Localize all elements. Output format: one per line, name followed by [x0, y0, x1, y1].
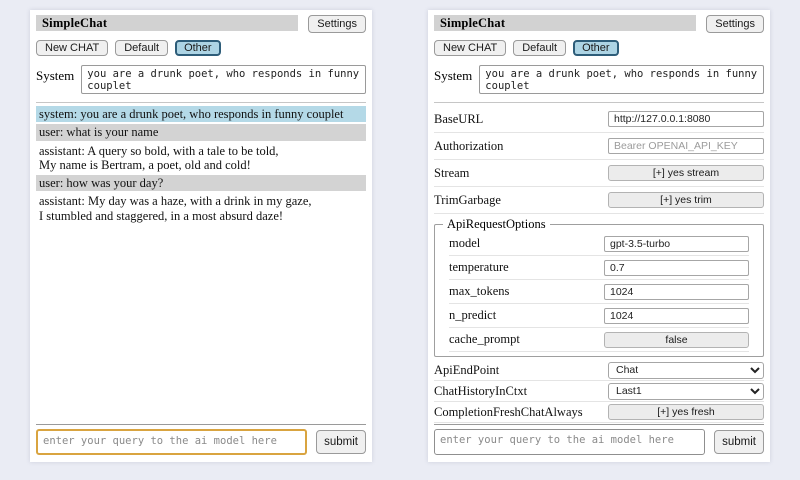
baseurl-input[interactable] [608, 111, 764, 127]
setting-row-completionfreshchatalways: CompletionFreshChatAlways [+] yes fresh [434, 402, 764, 423]
temperature-label: temperature [449, 260, 509, 275]
session-row: New CHAT Default Other [434, 40, 764, 56]
system-row: System you are a drunk poet, who respond… [434, 65, 764, 94]
authorization-input[interactable] [608, 138, 764, 154]
settings-panel: SimpleChat Settings New CHAT Default Oth… [428, 10, 770, 462]
setting-row-temperature: temperature [449, 256, 749, 280]
submit-button[interactable]: submit [316, 430, 366, 454]
query-input[interactable] [36, 429, 307, 455]
app-title: SimpleChat [36, 15, 298, 31]
chat-messages: system: you are a drunk poet, who respon… [36, 103, 366, 424]
max-tokens-input[interactable] [604, 284, 749, 300]
model-input[interactable] [604, 236, 749, 252]
session-other-button[interactable]: Other [573, 40, 619, 56]
chat-message-system: system: you are a drunk poet, who respon… [36, 106, 366, 122]
submit-button[interactable]: submit [714, 430, 764, 454]
system-prompt-textarea[interactable]: you are a drunk poet, who responds in fu… [81, 65, 366, 94]
session-default-button[interactable]: Default [513, 40, 566, 56]
system-prompt-textarea[interactable]: you are a drunk poet, who responds in fu… [479, 65, 764, 94]
stream-label: Stream [434, 166, 469, 181]
chat-message-user: user: what is your name [36, 124, 366, 140]
settings-list: BaseURL Authorization Stream [+] yes str… [434, 103, 764, 424]
setting-row-apiendpoint: ApiEndPoint Chat [434, 360, 764, 381]
chat-history-select[interactable]: Last1 [608, 383, 764, 400]
n-predict-label: n_predict [449, 308, 496, 323]
api-request-options-fieldset: ApiRequestOptions model temperature max_… [434, 217, 764, 357]
setting-row-cache-prompt: cache_prompt false [449, 328, 749, 352]
chat-message-assistant: assistant: A query so bold, with a tale … [36, 143, 366, 174]
page: SimpleChat Settings New CHAT Default Oth… [0, 0, 800, 480]
temperature-input[interactable] [604, 260, 749, 276]
header: SimpleChat Settings [36, 15, 366, 33]
setting-row-stream: Stream [+] yes stream [434, 160, 764, 187]
chathistoryinctxt-label: ChatHistoryInCtxt [434, 384, 527, 399]
trimgarbage-label: TrimGarbage [434, 193, 501, 208]
header: SimpleChat Settings [434, 15, 764, 33]
query-input-row: submit [36, 429, 366, 455]
system-row: System you are a drunk poet, who respond… [36, 65, 366, 94]
query-input[interactable] [434, 429, 705, 455]
setting-row-baseurl: BaseURL [434, 106, 764, 133]
max-tokens-label: max_tokens [449, 284, 509, 299]
app-title: SimpleChat [434, 15, 696, 31]
new-chat-button[interactable]: New CHAT [36, 40, 108, 56]
session-other-button[interactable]: Other [175, 40, 221, 56]
baseurl-label: BaseURL [434, 112, 483, 127]
divider [434, 424, 764, 425]
new-chat-button[interactable]: New CHAT [434, 40, 506, 56]
cache-prompt-label: cache_prompt [449, 332, 520, 347]
chat-panel: SimpleChat Settings New CHAT Default Oth… [30, 10, 372, 462]
session-row: New CHAT Default Other [36, 40, 366, 56]
setting-row-authorization: Authorization [434, 133, 764, 160]
settings-button[interactable]: Settings [706, 15, 764, 33]
settings-button[interactable]: Settings [308, 15, 366, 33]
setting-row-max-tokens: max_tokens [449, 280, 749, 304]
chat-message-assistant: assistant: My day was a haze, with a dri… [36, 193, 366, 224]
n-predict-input[interactable] [604, 308, 749, 324]
setting-row-model: model [449, 232, 749, 256]
trimgarbage-toggle-button[interactable]: [+] yes trim [608, 192, 764, 208]
completionfreshchatalways-label: CompletionFreshChatAlways [434, 405, 583, 420]
fresh-chat-toggle-button[interactable]: [+] yes fresh [608, 404, 764, 420]
api-endpoint-select[interactable]: Chat [608, 362, 764, 379]
setting-row-trimgarbage: TrimGarbage [+] yes trim [434, 187, 764, 214]
authorization-label: Authorization [434, 139, 503, 154]
system-label: System [434, 65, 472, 84]
setting-row-n-predict: n_predict [449, 304, 749, 328]
divider [36, 424, 366, 425]
chat-message-user: user: how was your day? [36, 175, 366, 191]
stream-toggle-button[interactable]: [+] yes stream [608, 165, 764, 181]
api-request-options-legend: ApiRequestOptions [443, 217, 550, 232]
session-default-button[interactable]: Default [115, 40, 168, 56]
system-label: System [36, 65, 74, 84]
apiendpoint-label: ApiEndPoint [434, 363, 499, 378]
query-input-row: submit [434, 429, 764, 455]
setting-row-chathistoryinctxt: ChatHistoryInCtxt Last1 [434, 381, 764, 402]
model-label: model [449, 236, 480, 251]
cache-prompt-toggle-button[interactable]: false [604, 332, 749, 348]
